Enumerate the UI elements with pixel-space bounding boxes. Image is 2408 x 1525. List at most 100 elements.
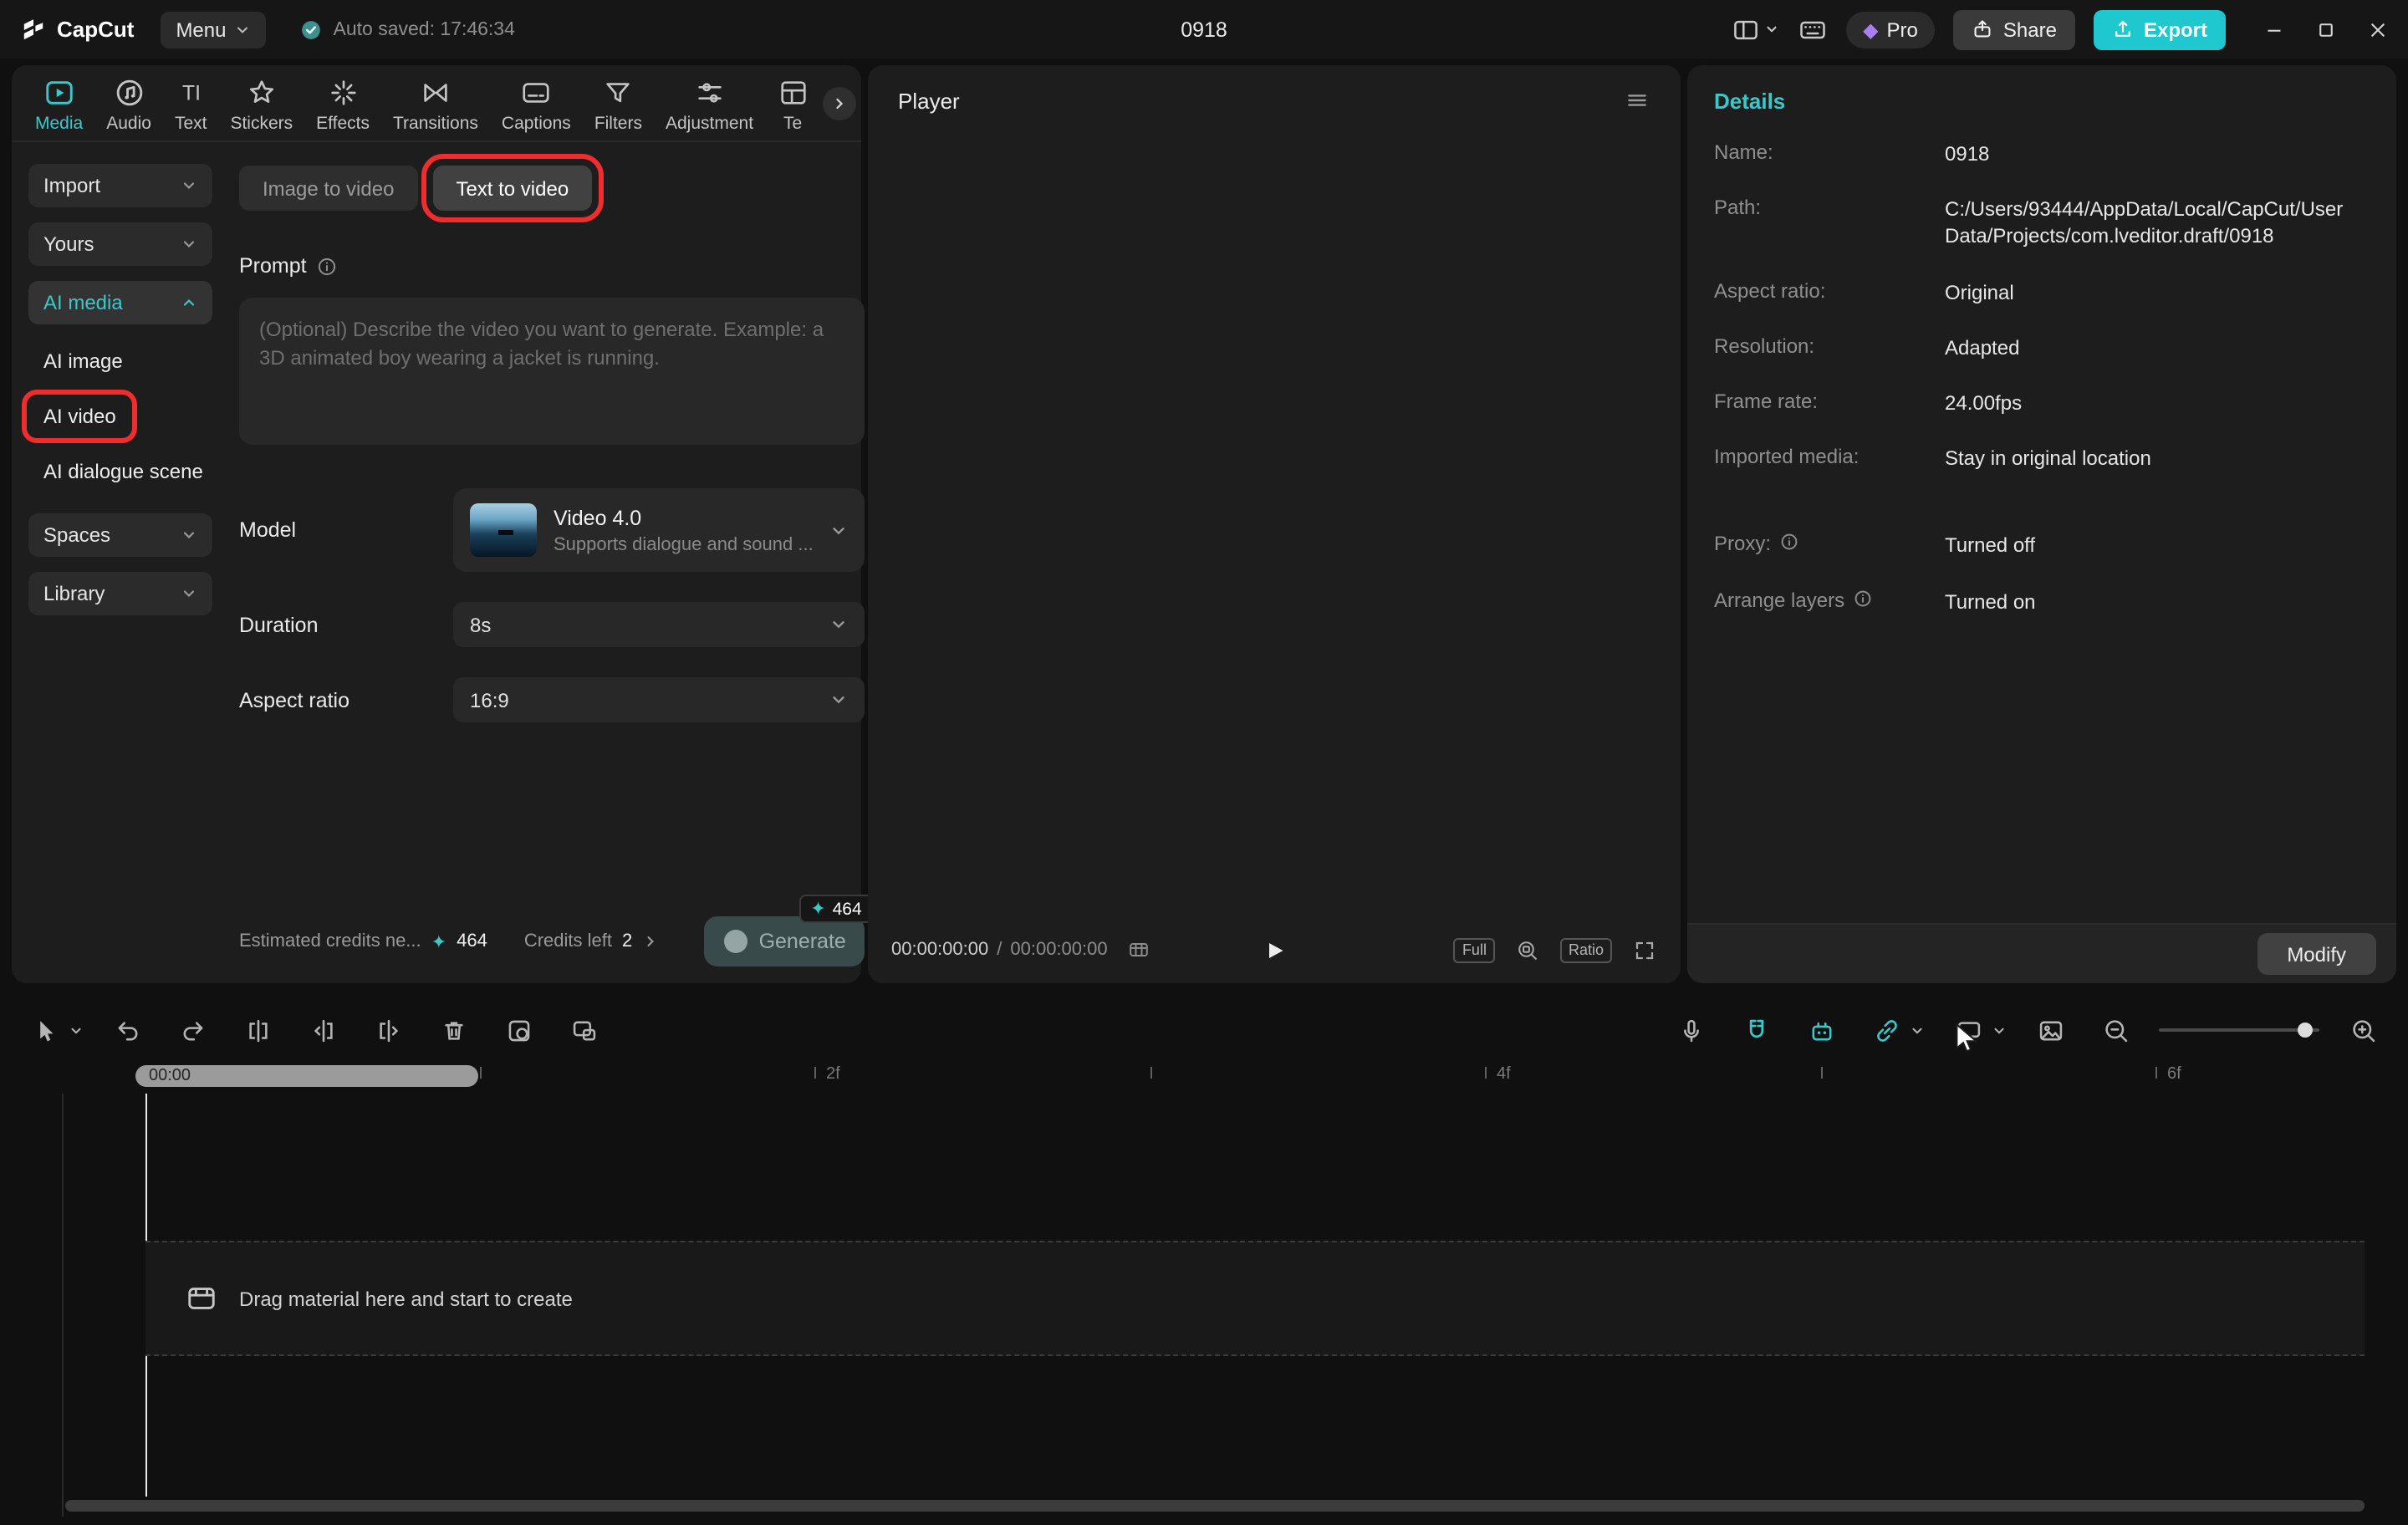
sidebar-item-spaces[interactable]: Spaces: [28, 513, 212, 557]
select-tool-button[interactable]: [23, 1008, 84, 1052]
ruler-tick: [1150, 1067, 1152, 1079]
split-button[interactable]: [236, 1008, 279, 1052]
info-icon: [317, 255, 339, 277]
chevron-right-icon[interactable]: [642, 933, 659, 950]
magnetic-snap-button[interactable]: [1734, 1008, 1778, 1052]
tabs-overflow-button[interactable]: [823, 86, 856, 120]
ratio-button[interactable]: Ratio: [1560, 937, 1612, 962]
layout-switcher-button[interactable]: [1731, 14, 1779, 44]
chevron-down-icon: [181, 527, 197, 543]
zoom-slider-knob[interactable]: [2298, 1023, 2313, 1038]
pro-button[interactable]: ◆ Pro: [1846, 11, 1935, 48]
sidebar-item-ai-dialogue-scene[interactable]: AI dialogue scene: [28, 460, 212, 483]
timeline-drop-zone[interactable]: Drag material here and start to create: [145, 1241, 2365, 1356]
adjustment-sliders-icon: [694, 77, 726, 109]
details-row-proxy: Proxy: Turned off: [1714, 533, 2370, 559]
timeline-zoom-slider[interactable]: [2159, 1028, 2319, 1032]
record-voiceover-button[interactable]: [1669, 1008, 1712, 1052]
linkage-button[interactable]: [1865, 1008, 1925, 1052]
tab-stickers[interactable]: Stickers: [220, 74, 303, 137]
fit-zoom-icon[interactable]: [1515, 937, 1540, 962]
tab-adjustment[interactable]: Adjustment: [656, 74, 763, 137]
delete-right-button[interactable]: [366, 1008, 410, 1052]
generate-button[interactable]: Generate ✦ 464: [705, 916, 865, 967]
media-icon: [43, 77, 75, 109]
sidebar-item-ai-video[interactable]: AI video: [28, 405, 212, 428]
sidebar-item-ai-image[interactable]: AI image: [28, 349, 212, 373]
capcut-logo: CapCut: [20, 16, 134, 43]
zoom-out-button[interactable]: [2094, 1008, 2137, 1052]
export-button[interactable]: Export: [2094, 9, 2226, 49]
aspect-ratio-select[interactable]: 16:9: [453, 677, 865, 722]
tab-filters[interactable]: Filters: [584, 74, 652, 137]
tab-captions[interactable]: Captions: [492, 74, 581, 137]
fullscreen-icon[interactable]: [1632, 937, 1657, 962]
overlay-button[interactable]: [562, 1008, 605, 1052]
redo-button[interactable]: [171, 1008, 214, 1052]
share-button[interactable]: Share: [1953, 9, 2075, 49]
timeline-scrollbar[interactable]: [65, 1500, 2365, 1512]
window-controls: [2264, 19, 2388, 39]
image-to-video-tab[interactable]: Image to video: [239, 166, 417, 211]
chevron-down-icon: [1910, 1023, 1925, 1038]
text-to-video-tab[interactable]: Text to video: [432, 166, 592, 211]
timeline-tracks[interactable]: Drag material here and start to create: [0, 1094, 2408, 1497]
info-icon[interactable]: [1779, 533, 1799, 553]
maximize-button[interactable]: [2316, 19, 2336, 39]
link-icon: [1865, 1008, 1908, 1052]
play-button[interactable]: [1262, 937, 1287, 962]
sidebar-item-ai-media[interactable]: AI media: [28, 281, 212, 324]
preview-axis-button[interactable]: [1946, 1008, 2007, 1052]
sidebar-item-yours[interactable]: Yours: [28, 222, 212, 266]
details-row-resolution: Resolution: Adapted: [1714, 334, 2370, 361]
menu-button[interactable]: Menu: [161, 11, 266, 48]
shortcuts-button[interactable]: [1798, 14, 1828, 44]
estimated-credits-value: 464: [457, 931, 487, 951]
tab-text[interactable]: TI Text: [165, 74, 217, 137]
transitions-icon: [420, 77, 452, 109]
check-circle-icon: [300, 18, 324, 41]
timecode-separator: /: [997, 940, 1002, 960]
modify-button[interactable]: Modify: [2257, 933, 2376, 975]
model-select[interactable]: Video 4.0 Supports dialogue and sound ..…: [453, 488, 865, 572]
ruler-start-time: 00:00: [149, 1067, 191, 1085]
chevron-down-icon: [235, 21, 252, 38]
sidebar-item-library[interactable]: Library: [28, 572, 212, 615]
tab-effects[interactable]: Effects: [306, 74, 380, 137]
capcut-logo-icon: [20, 16, 47, 43]
tab-audio[interactable]: Audio: [96, 74, 161, 137]
player-view-controls: Full Ratio: [1454, 937, 1657, 962]
close-button[interactable]: [2368, 19, 2388, 39]
undo-button[interactable]: [105, 1008, 149, 1052]
minimize-button[interactable]: [2264, 19, 2284, 39]
cover-button[interactable]: [2028, 1008, 2072, 1052]
delete-button[interactable]: [431, 1008, 475, 1052]
credits-left-value: 2: [622, 931, 632, 951]
mask-button[interactable]: [497, 1008, 540, 1052]
estimated-credits-label: Estimated credits ne...: [239, 931, 421, 951]
info-icon[interactable]: [1853, 588, 1873, 608]
player-menu-button[interactable]: [1624, 87, 1650, 114]
model-name: Video 4.0: [554, 506, 814, 529]
full-view-button[interactable]: Full: [1454, 937, 1495, 962]
ai-video-generator: Image to video Text to video Prompt Mode…: [226, 142, 889, 983]
tab-media[interactable]: Media: [25, 74, 93, 137]
effects-burst-icon: [327, 77, 359, 109]
tab-transitions[interactable]: Transitions: [383, 74, 488, 137]
chevron-down-icon: [181, 236, 197, 252]
svg-text:TI: TI: [181, 83, 200, 105]
track-boundary-line: [62, 1094, 64, 1517]
delete-left-button[interactable]: [301, 1008, 344, 1052]
player-title: Player: [898, 88, 960, 113]
tab-templates-clipped[interactable]: Te: [767, 74, 819, 137]
auto-arrange-button[interactable]: [1799, 1008, 1843, 1052]
timecode-display-icon[interactable]: [1128, 938, 1151, 961]
prompt-input[interactable]: [239, 298, 865, 445]
zoom-in-button[interactable]: [2341, 1008, 2385, 1052]
ruler-range-indicator[interactable]: 00:00: [135, 1065, 478, 1087]
sidebar-item-import[interactable]: Import: [28, 164, 212, 207]
duration-select[interactable]: 8s: [453, 602, 865, 647]
cursor-icon: [23, 1008, 67, 1052]
annotation-box-ai-video: AI video: [27, 395, 133, 438]
timeline-ruler[interactable]: 00:00 2f 4f 6f: [0, 1060, 2408, 1094]
